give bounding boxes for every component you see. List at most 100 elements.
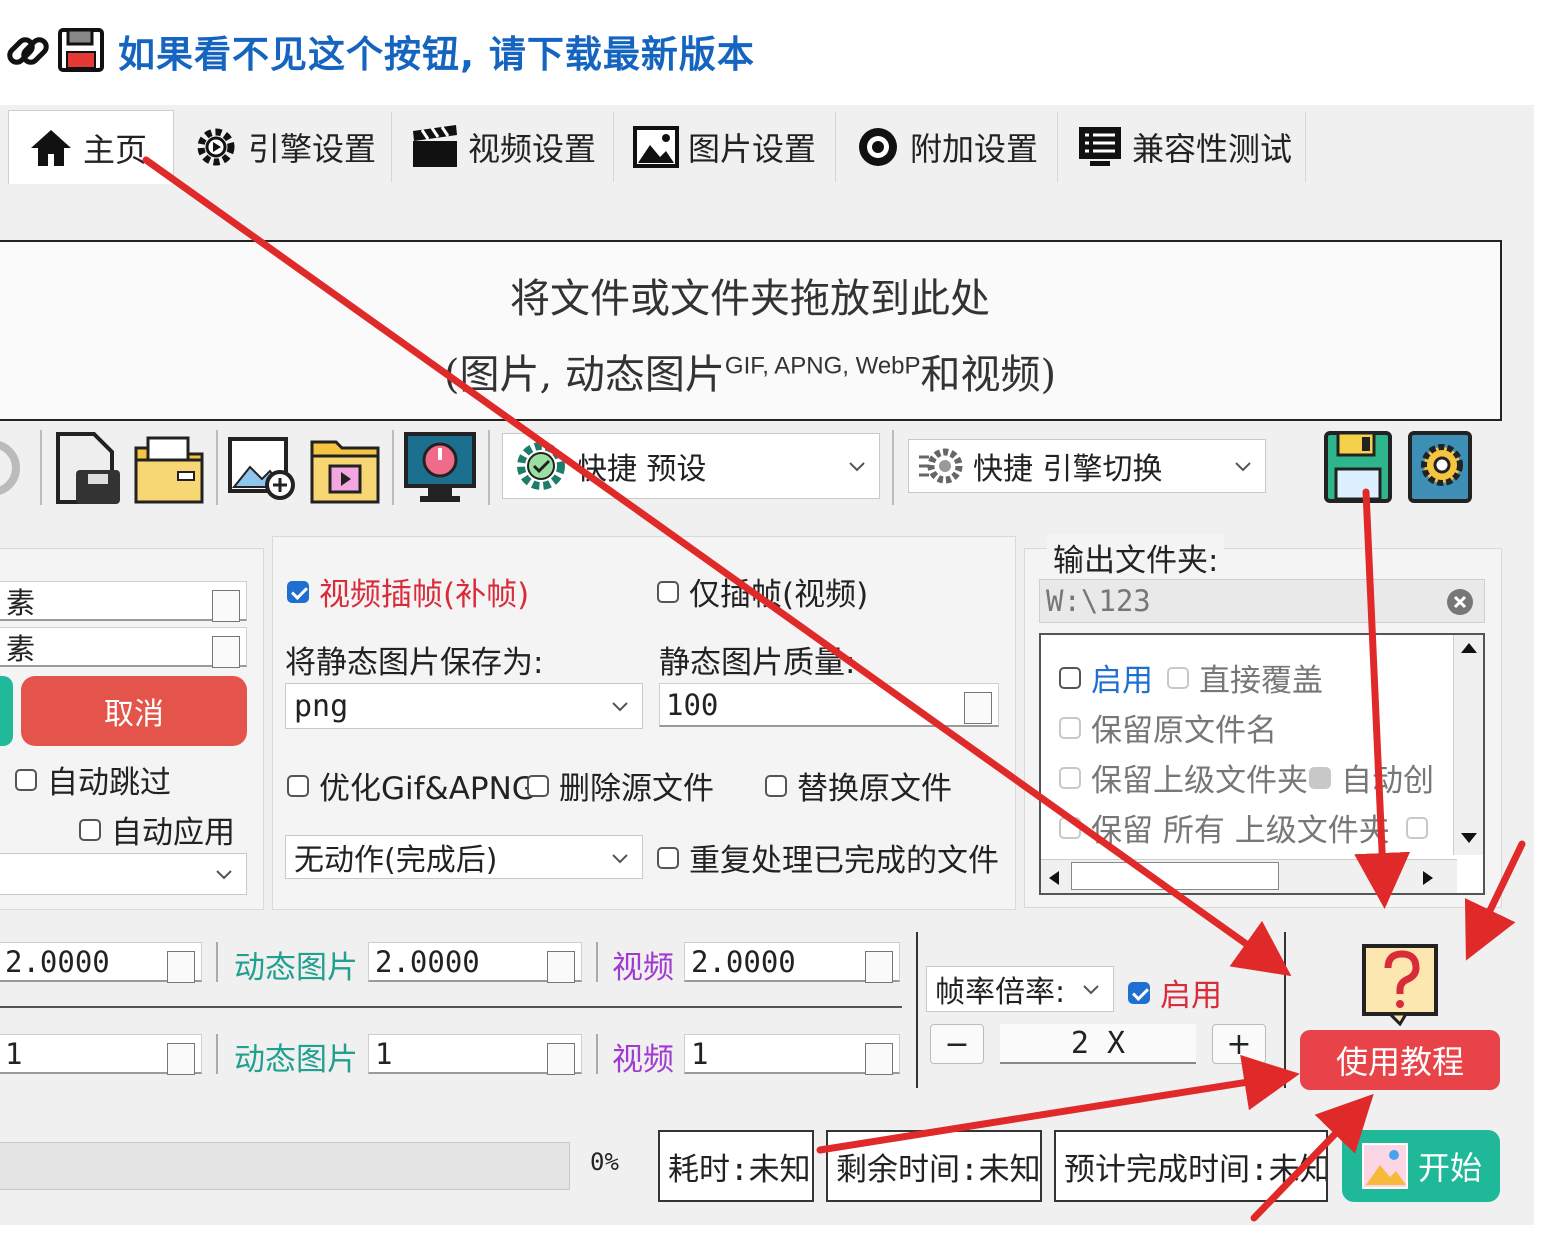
tab-label: 视频设置 <box>468 130 597 168</box>
engine-gear-icon <box>197 128 235 166</box>
chevron-down-icon <box>612 702 628 712</box>
quick-preset-dropdown[interactable]: 快捷 预设 <box>502 433 880 499</box>
save-settings-icon[interactable] <box>1322 429 1394 505</box>
settings-badge-icon <box>859 128 897 166</box>
video-count-input[interactable]: 1 <box>684 1034 900 1075</box>
image-video-options-panel: 视频插帧(补帧) 仅插帧(视频) 将静态图片保存为: 静态图片质量: png 1… <box>272 536 1016 910</box>
help-question-icon[interactable] <box>1360 942 1440 1026</box>
output-options-list: 启用 直接覆盖 保留原文件名 保留上级文件夹 自动创 保留 所有 上级文件夹 <box>1039 633 1485 895</box>
divider <box>0 1006 902 1008</box>
direct-overwrite-checkbox[interactable]: 直接覆盖 <box>1167 655 1323 700</box>
framerate-enable-checkbox[interactable]: 启用 <box>1128 970 1222 1015</box>
chevron-down-icon <box>1235 462 1251 472</box>
tab-engine-settings[interactable]: 引擎设置 <box>174 112 392 182</box>
static-quality-label: 静态图片质量: <box>659 645 856 681</box>
tab-video-settings[interactable]: 视频设置 <box>392 112 614 182</box>
toolbar: 快捷 预设 快捷 引擎切换 <box>0 425 1512 510</box>
after-completion-select[interactable]: 无动作(完成后) <box>285 835 643 879</box>
static-format-select[interactable]: png <box>285 683 643 729</box>
video-interpolation-checkbox[interactable]: 视频插帧(补帧) <box>287 569 529 614</box>
quick-engine-switch-dropdown[interactable]: 快捷 引擎切换 <box>908 439 1266 493</box>
decrease-button[interactable]: − <box>930 1024 984 1064</box>
video-folder-icon[interactable] <box>308 430 382 506</box>
drop-zone-title: 将文件或文件夹拖放到此处 <box>510 276 990 322</box>
spinner[interactable] <box>212 590 240 622</box>
left-row1-input[interactable]: 素 <box>0 581 247 622</box>
vertical-scrollbar[interactable] <box>1453 635 1483 855</box>
animated-count-input[interactable]: 1 <box>368 1034 582 1075</box>
optimize-gif-apng-checkbox[interactable]: 优化Gif&APNG <box>287 763 536 808</box>
spinner[interactable] <box>964 692 992 724</box>
image-count-input[interactable]: 1 <box>0 1034 202 1075</box>
tab-label: 图片设置 <box>688 130 817 168</box>
auto-apply-checkbox[interactable]: 自动应用 <box>79 807 235 852</box>
animated-scale-input[interactable]: 2.0000 <box>368 942 582 983</box>
delete-source-checkbox[interactable]: 删除源文件 <box>527 763 714 808</box>
keep-parent-folder-checkbox[interactable]: 保留上级文件夹 <box>1059 755 1308 800</box>
floppy-disk-icon <box>58 28 104 72</box>
framerate-multiplier-select[interactable]: 帧率倍率: <box>926 966 1114 1012</box>
confirm-button[interactable] <box>0 676 13 746</box>
left-dropdown[interactable] <box>0 853 247 895</box>
video-scale-input[interactable]: 2.0000 <box>684 942 900 983</box>
spinner[interactable] <box>865 1043 893 1075</box>
chevron-down-icon <box>216 870 232 880</box>
tab-home[interactable]: 主页 <box>8 110 174 184</box>
output-enable-checkbox[interactable]: 启用 <box>1059 655 1153 700</box>
add-image-icon[interactable] <box>226 435 300 501</box>
settings-book-icon[interactable] <box>1406 429 1474 505</box>
increase-button[interactable]: + <box>1212 1024 1266 1064</box>
spinner[interactable] <box>547 951 575 983</box>
auto-create-checkbox[interactable]: 自动创 <box>1309 755 1434 800</box>
scroll-right-icon[interactable] <box>1421 870 1435 886</box>
keep-filename-checkbox[interactable]: 保留原文件名 <box>1059 705 1277 750</box>
quick-engine-label: 快捷 引擎切换 <box>973 452 1163 487</box>
output-path-input[interactable]: W:\123 <box>1039 579 1485 623</box>
update-notice-link[interactable]: 如果看不见这个按钮, 请下载最新版本 <box>118 24 755 78</box>
horizontal-scrollbar[interactable] <box>1041 859 1457 893</box>
output-folder-title: 输出文件夹: <box>1047 535 1225 580</box>
tab-label: 主页 <box>83 130 148 169</box>
spinner[interactable] <box>212 636 240 668</box>
reprocess-finished-checkbox[interactable]: 重复处理已完成的文件 <box>657 835 999 880</box>
auto-skip-checkbox[interactable]: 自动跳过 <box>15 757 171 802</box>
scroll-up-icon[interactable] <box>1460 641 1478 655</box>
video-label: 视频 <box>612 950 674 986</box>
spinner[interactable] <box>167 1043 195 1075</box>
home-icon <box>31 129 71 166</box>
power-monitor-icon[interactable] <box>402 430 478 506</box>
spinner[interactable] <box>865 951 893 983</box>
circle-icon[interactable] <box>0 433 30 503</box>
picture-icon <box>633 126 679 168</box>
static-quality-input[interactable]: 100 <box>659 683 999 727</box>
scroll-down-icon[interactable] <box>1460 831 1478 845</box>
start-button[interactable]: 开始 <box>1342 1130 1500 1202</box>
tab-compatibility-test[interactable]: 兼容性测试 <box>1058 112 1306 182</box>
scroll-left-icon[interactable] <box>1047 870 1061 886</box>
tutorial-button[interactable]: 使用教程 <box>1300 1030 1500 1090</box>
spinner[interactable] <box>167 951 195 983</box>
chevron-down-icon <box>612 854 628 864</box>
spinner[interactable] <box>547 1043 575 1075</box>
quick-preset-label: 快捷 预设 <box>577 452 707 487</box>
cancel-button[interactable]: 取消 <box>21 676 247 746</box>
video-label: 视频 <box>612 1042 674 1078</box>
keep-all-parent-checkbox[interactable]: 保留 所有 上级文件夹 <box>1059 805 1428 850</box>
file-drop-zone[interactable]: 将文件或文件夹拖放到此处 (图片, 动态图片GIF, APNG, WebP和视频… <box>0 240 1502 421</box>
remaining-time: 剩余时间:未知 <box>826 1130 1042 1202</box>
monitor-list-icon <box>1079 127 1121 166</box>
preset-gear-icon <box>517 442 565 490</box>
elapsed-time: 耗时:未知 <box>658 1130 814 1202</box>
image-scale-input[interactable]: 2.0000 <box>0 942 202 983</box>
replace-original-checkbox[interactable]: 替换原文件 <box>765 763 952 808</box>
open-folder-icon[interactable] <box>132 430 206 506</box>
left-row2-input[interactable]: 素 <box>0 627 247 668</box>
clear-icon[interactable] <box>1446 588 1474 616</box>
interpolate-only-checkbox[interactable]: 仅插帧(视频) <box>657 569 868 614</box>
drop-zone-subtitle: (图片, 动态图片GIF, APNG, WebP和视频) <box>443 352 1057 398</box>
progress-bar <box>0 1142 570 1190</box>
tab-image-settings[interactable]: 图片设置 <box>614 112 836 182</box>
tab-label: 兼容性测试 <box>1132 130 1293 168</box>
open-file-icon[interactable] <box>52 430 124 506</box>
tab-additional-settings[interactable]: 附加设置 <box>836 112 1058 182</box>
